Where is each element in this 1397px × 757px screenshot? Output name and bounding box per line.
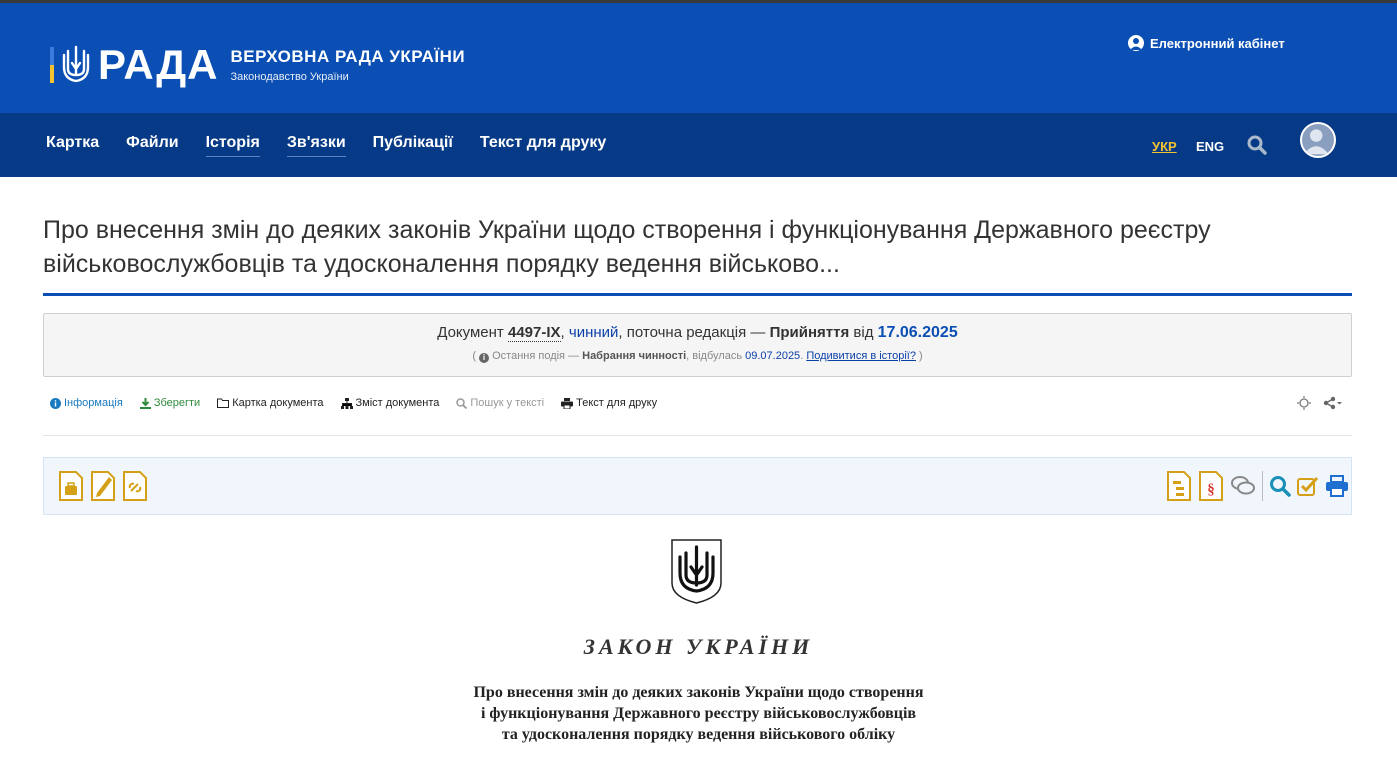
edition-type: Прийняття — [769, 324, 850, 341]
icon-bar-divider — [1262, 471, 1263, 501]
toolbar-right — [1297, 396, 1343, 410]
org-name: ВЕРХОВНА РАДА УКРАЇНИ — [230, 47, 466, 66]
law-heading: ЗАКОН УКРАЇНИ — [583, 634, 814, 659]
trident-icon — [62, 45, 90, 83]
electronic-cabinet-label: Електронний кабінет — [1150, 35, 1285, 51]
document-number[interactable]: 4497-IX — [507, 324, 561, 342]
event-date: 09.07.2025 — [745, 350, 801, 362]
nav-card[interactable]: Картка — [46, 134, 99, 156]
toolbar-divider — [43, 435, 1352, 436]
document-edit-icon[interactable] — [90, 471, 116, 501]
info-button[interactable]: Інформація — [50, 397, 123, 409]
lang-eng[interactable]: ENG — [1196, 139, 1224, 154]
history-link[interactable]: Подивитися в історії? — [806, 350, 916, 362]
page-title: Про внесення змін до деяких законів Укра… — [43, 216, 1211, 278]
document-card-button[interactable]: Картка документа — [217, 397, 324, 409]
electronic-cabinet-link[interactable]: Електронний кабінет — [1128, 35, 1285, 51]
zoom-search-icon[interactable] — [1269, 475, 1291, 497]
law-subtitle: Про внесення змін до деяких законів Укра… — [473, 684, 924, 743]
document-paragraph-icon[interactable]: § — [1198, 471, 1224, 501]
info-circle-icon — [50, 397, 61, 409]
info-icon: i — [479, 353, 490, 363]
last-event-line: ( i Остання подія — Набрання чинності, в… — [472, 350, 923, 363]
print-text-button[interactable]: Текст для друку — [561, 397, 657, 409]
folder-icon — [217, 398, 230, 408]
flag-stripe — [50, 47, 54, 83]
brand-name: РАДА — [98, 41, 219, 88]
document-passport-icon[interactable] — [58, 471, 84, 501]
last-event: Набрання чинності — [582, 350, 687, 362]
title-divider — [43, 293, 1352, 296]
search-in-text-button[interactable]: Пошук у тексті — [456, 397, 544, 409]
avatar[interactable] — [1300, 122, 1336, 158]
nav-publications[interactable]: Публікації — [373, 134, 453, 156]
lang-ukr[interactable]: УКР — [1152, 139, 1177, 154]
download-icon — [139, 397, 151, 409]
nav-links[interactable]: Зв'язки — [286, 134, 346, 157]
print-icon[interactable] — [1325, 475, 1349, 497]
status-badge: чинний — [568, 324, 619, 341]
comments-icon[interactable] — [1230, 475, 1256, 497]
main-nav: Картка Файли Історія Зв'язки Публікації … — [0, 113, 1397, 177]
search-icon[interactable] — [1247, 135, 1267, 155]
share-icon[interactable] — [1323, 396, 1343, 410]
checklist-icon[interactable] — [1297, 475, 1319, 497]
nav-files[interactable]: Файли — [126, 134, 178, 156]
brightness-icon[interactable] — [1297, 396, 1311, 410]
nav-history[interactable]: Історія — [205, 134, 260, 157]
document-icon-bar: § — [43, 457, 1352, 515]
document-contents-button[interactable]: Зміст документа — [340, 397, 439, 409]
nav-print-text[interactable]: Текст для друку — [480, 134, 606, 156]
document-toolbar: Інформація Зберегти Картка документа Змі… — [50, 397, 657, 409]
document-link-icon[interactable] — [122, 471, 148, 501]
document-status-box: Документ 4497-IX, чинний, поточна редакц… — [43, 313, 1352, 377]
edition-date: 17.06.2025 — [877, 324, 958, 341]
printer-icon — [561, 397, 574, 409]
sitemap-icon — [340, 397, 353, 409]
user-circle-icon — [1128, 35, 1144, 51]
svg-text:§: § — [1207, 482, 1215, 498]
site-logo[interactable]: РАДА ВЕРХОВНА РАДА УКРАЇНИ Законодавство… — [50, 41, 466, 88]
coat-of-arms-icon — [671, 539, 722, 604]
magnifier-icon — [456, 397, 468, 409]
org-subtitle: Законодавство України — [230, 71, 349, 83]
document-status-line: Документ 4497-IX, чинний, поточна редакц… — [437, 324, 958, 342]
site-header: РАДА ВЕРХОВНА РАДА УКРАЇНИ Законодавство… — [0, 3, 1397, 113]
save-button[interactable]: Зберегти — [139, 397, 200, 409]
document-structure-icon[interactable] — [1166, 471, 1192, 501]
